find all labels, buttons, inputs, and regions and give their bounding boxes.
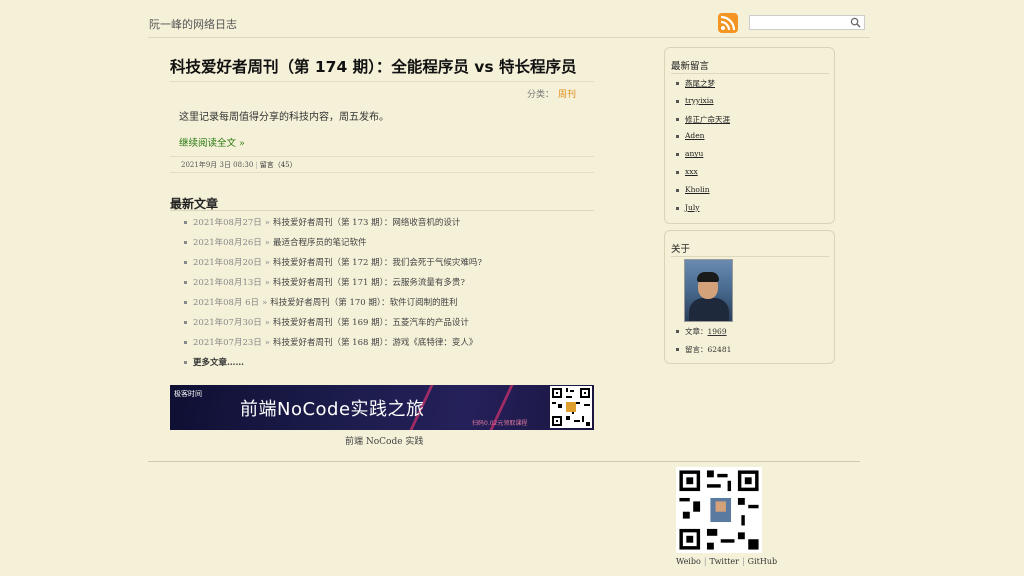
qr-code-icon [550, 386, 592, 428]
site-title[interactable]: 阮一峰的网络日志 [149, 16, 237, 32]
list-item: 2021年07月30日» 科技爱好者周刊（第 169 期）：五菱汽车的产品设计 [184, 316, 482, 336]
category-label: 分类： [527, 90, 555, 100]
list-item: 修正广命天涯 [676, 114, 730, 132]
list-item: Kholin [676, 185, 730, 203]
banner-logo: 极客时间 [174, 390, 202, 398]
ad-banner[interactable]: 极客时间 前端NoCode实践之旅 扫码0.02元领取课程 [170, 385, 594, 430]
commenter-link[interactable]: anyu [685, 149, 703, 158]
recent-comments-widget: 最新留言 燕尾之梦 tryyixia 修正广命天涯 Aden anyu xxx … [664, 47, 835, 224]
more-articles-link[interactable]: 更多文章…… [193, 358, 244, 368]
comment-count: 62481 [707, 345, 732, 354]
list-item: xxx [676, 167, 730, 185]
list-item: 燕尾之梦 [676, 78, 730, 96]
qr-code-icon [676, 467, 762, 553]
post-date: 2021年9月 3日 08:30 [181, 161, 254, 169]
recent-link[interactable]: 科技爱好者周刊（第 172 期）：我们会死于气候灾难吗? [273, 258, 482, 268]
meta-divider [170, 172, 594, 173]
banner-text: 前端NoCode实践之旅 [240, 399, 425, 420]
post-excerpt: 这里记录每周值得分享的科技内容，周五发布。 [179, 112, 389, 123]
about-title: 关于 [671, 244, 691, 255]
read-more-link[interactable]: 继续阅读全文 » [179, 135, 245, 149]
recent-list: 2021年08月27日» 科技爱好者周刊（第 173 期）：网络收音机的设计 20… [184, 216, 482, 376]
list-item: 更多文章…… [184, 356, 482, 376]
footer-link-twitter[interactable]: Twitter [710, 557, 739, 566]
banner-subtext: 扫码0.02元领取课程 [472, 420, 528, 427]
stat-label: 留言： [685, 345, 708, 354]
footer-link-github[interactable]: GitHub [748, 557, 777, 566]
search-box [749, 15, 865, 36]
commenter-link[interactable]: Kholin [685, 185, 710, 194]
commenter-link[interactable]: July [685, 203, 699, 212]
list-item: Aden [676, 131, 730, 149]
recent-link[interactable]: 科技爱好者周刊（第 170 期）：软件订阅制的胜利 [270, 298, 457, 308]
comments-title: 最新留言 [671, 61, 710, 72]
list-item: 2021年08月20日» 科技爱好者周刊（第 172 期）：我们会死于气候灾难吗? [184, 256, 482, 276]
commenter-link[interactable]: xxx [685, 167, 698, 176]
avatar[interactable] [684, 259, 733, 322]
list-item: 2021年08月26日» 最适合程序员的笔记软件 [184, 236, 482, 256]
post-comments-link[interactable]: 留言（45） [260, 161, 297, 169]
list-item: 留言：62481 [676, 344, 731, 362]
rss-icon[interactable] [718, 13, 738, 33]
post-category: 分类： 周刊 [527, 87, 576, 100]
post-divider [170, 156, 594, 157]
recent-link[interactable]: 科技爱好者周刊（第 169 期）：五菱汽车的产品设计 [273, 318, 469, 328]
banner-caption[interactable]: 前端 NoCode 实践 [345, 434, 423, 447]
commenter-link[interactable]: 修正广命天涯 [685, 115, 730, 124]
commenter-link[interactable]: Aden [685, 131, 705, 140]
footer-divider [148, 461, 860, 462]
list-item: July [676, 203, 730, 221]
recent-link[interactable]: 科技爱好者周刊（第 168 期）：游戏《底特律：变人》 [273, 338, 477, 348]
post-meta: 2021年9月 3日 08:30 | 留言（45） [181, 161, 297, 169]
list-item: 2021年08月13日» 科技爱好者周刊（第 171 期）：云服务流量有多贵? [184, 276, 482, 296]
category-link[interactable]: 周刊 [558, 90, 576, 100]
list-item: anyu [676, 149, 730, 167]
stat-label: 文章： [685, 327, 708, 336]
list-item: 2021年08月27日» 科技爱好者周刊（第 173 期）：网络收音机的设计 [184, 216, 482, 236]
about-widget: 关于 文章：1969 留言：62481 [664, 230, 835, 364]
footer-link-weibo[interactable]: Weibo [676, 557, 701, 566]
footer-links: Weibo | Twitter | GitHub [676, 557, 778, 566]
stat-list: 文章：1969 留言：62481 [676, 326, 731, 362]
list-item: 文章：1969 [676, 326, 731, 344]
list-item: 2021年08月 6日» 科技爱好者周刊（第 170 期）：软件订阅制的胜利 [184, 296, 482, 316]
commenter-link[interactable]: tryyixia [685, 96, 714, 105]
comment-list: 燕尾之梦 tryyixia 修正广命天涯 Aden anyu xxx Kholi… [676, 78, 730, 220]
article-count-link[interactable]: 1969 [708, 327, 727, 336]
search-icon[interactable] [850, 17, 861, 28]
recent-link[interactable]: 科技爱好者周刊（第 171 期）：云服务流量有多贵? [273, 278, 465, 288]
recent-link[interactable]: 科技爱好者周刊（第 173 期）：网络收音机的设计 [273, 218, 460, 228]
list-item: 2021年07月23日» 科技爱好者周刊（第 168 期）：游戏《底特律：变人》 [184, 336, 482, 356]
header-divider [148, 37, 870, 38]
list-item: tryyixia [676, 96, 730, 114]
recent-link[interactable]: 最适合程序员的笔记软件 [273, 238, 367, 248]
title-divider [170, 81, 594, 82]
post-title[interactable]: 科技爱好者周刊（第 174 期）：全能程序员 vs 特长程序员 [170, 55, 577, 77]
commenter-link[interactable]: 燕尾之梦 [685, 79, 715, 88]
search-input[interactable] [750, 22, 846, 36]
recent-divider [170, 210, 594, 211]
